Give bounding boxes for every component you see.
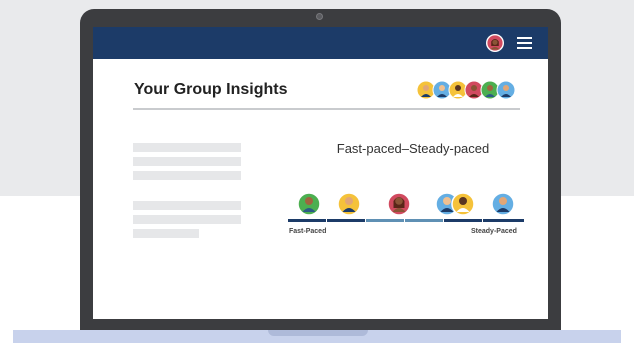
user-avatar[interactable] <box>486 34 504 52</box>
group-avatar-2 <box>432 80 452 100</box>
scale-segment <box>366 219 404 222</box>
scale-segment <box>405 219 443 222</box>
group-avatars <box>416 80 516 100</box>
scale-avatar-yellow-2 <box>451 192 475 216</box>
group-avatar-1 <box>416 80 436 100</box>
app-screen: Your Group Insights Fast-paced–Steady-pa… <box>93 27 548 319</box>
scale-left-label: Fast-Paced <box>289 228 327 235</box>
menu-icon[interactable] <box>517 36 532 50</box>
scale-title: Fast-paced–Steady-paced <box>336 141 490 156</box>
scale-avatar-blue-2 <box>491 192 515 216</box>
pace-scale <box>288 192 524 222</box>
placeholder-line <box>133 143 241 152</box>
title-divider <box>133 108 520 110</box>
scale-right-label: Steady-Paced <box>471 228 517 235</box>
scale-avatar-green <box>297 192 321 216</box>
scale-avatar-red <box>387 192 411 216</box>
group-avatar-4 <box>464 80 484 100</box>
group-avatar-6 <box>496 80 516 100</box>
page-title: Your Group Insights <box>134 81 288 98</box>
webcam-icon <box>316 13 323 20</box>
scale-avatar-yellow <box>337 192 361 216</box>
group-avatar-3 <box>448 80 468 100</box>
placeholder-line <box>133 157 241 166</box>
placeholder-line <box>133 201 241 210</box>
group-avatar-5 <box>480 80 500 100</box>
scale-segment <box>327 219 365 222</box>
scale-segment <box>288 219 326 222</box>
placeholder-line <box>133 215 241 224</box>
laptop-base-notch <box>268 330 368 336</box>
scale-segment <box>444 219 482 222</box>
top-navbar <box>93 27 548 59</box>
placeholder-line <box>133 171 241 180</box>
placeholder-line <box>133 229 199 238</box>
scale-segment <box>483 219 524 222</box>
